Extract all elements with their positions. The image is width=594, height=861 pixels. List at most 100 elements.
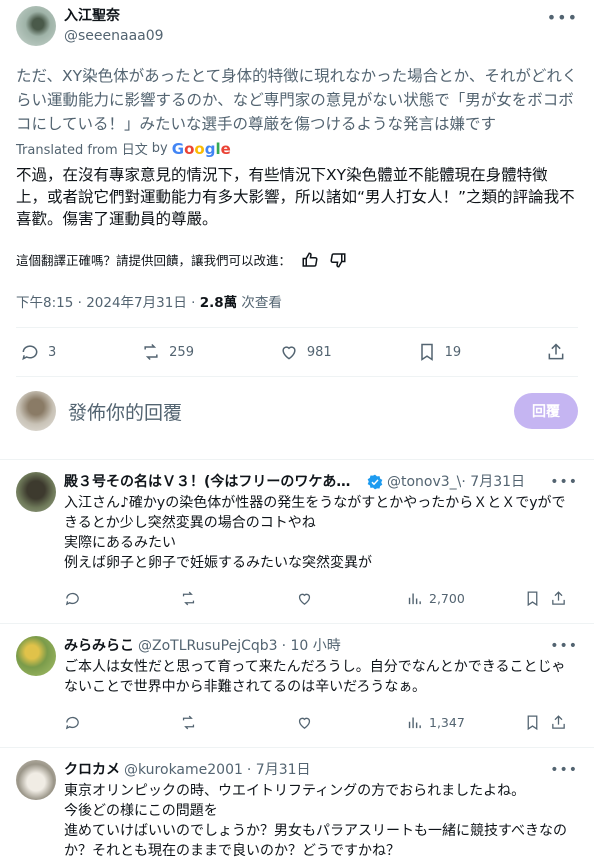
bookmark-action[interactable]: 19 <box>417 342 462 362</box>
reply-repost-action[interactable] <box>180 590 296 607</box>
post-meta: 下午8:15 · 2024年7月31日 · 2.8萬 次查看 <box>16 295 282 311</box>
verified-badge-icon <box>367 474 383 490</box>
reply-date[interactable]: · 10 小時 <box>282 636 341 656</box>
reply-handle[interactable]: @tonov3_\ <box>387 472 461 492</box>
reply-text: 東京オリンピックの時、ウエイトリフティングの方でおられましたよね。 今後どの様に… <box>64 781 578 861</box>
view-count: 2.8萬 <box>199 295 238 311</box>
repost-icon <box>182 591 195 605</box>
reply-bookmark-action[interactable] <box>524 590 550 607</box>
google-letter: g <box>204 139 216 158</box>
thumbs-down-icon[interactable] <box>329 251 347 269</box>
reply-handle[interactable]: @ZoTLRusuPejCqb3 <box>138 636 278 656</box>
share-icon <box>552 714 565 729</box>
bookmark-icon <box>527 590 538 606</box>
reply-item[interactable]: みらみらこ @ZoTLRusuPejCqb3 · 10 小時 ••• ご本人は女… <box>0 624 594 739</box>
reply-views-action[interactable]: 2,700 <box>406 590 524 607</box>
bookmark-icon <box>420 343 433 361</box>
reply-header: 殿３号その名はＶ３！(今はフリーのワケありニィ @tonov3_\ · 7月31… <box>64 472 578 492</box>
reply-handle[interactable]: @kurokame2001 <box>124 760 243 780</box>
feedback-prompt: 這個翻譯正確嗎？請提供回饋，讓我們可以改進： <box>16 253 292 268</box>
reply-count: 3 <box>48 344 57 360</box>
reply-text-line: 東京オリンピックの時、ウエイトリフティングの方でおられましたよね。 <box>64 783 526 799</box>
reply-comment-action[interactable] <box>64 714 180 731</box>
heart-icon <box>298 717 311 729</box>
like-action[interactable]: 981 <box>279 342 332 362</box>
like-count: 981 <box>306 344 332 360</box>
reply-avatar[interactable] <box>16 472 56 512</box>
reply-action[interactable]: 3 <box>20 342 56 362</box>
reply-display-name[interactable]: 殿３号その名はＶ３！(今はフリーのワケありニィ <box>64 472 364 492</box>
heart-icon <box>282 346 296 360</box>
google-letter: o <box>194 139 205 158</box>
reply-text-line: 進めていけばいいのでしょうか？男女もパラアスリートも一緒に競技すべきなのか？それ… <box>64 823 568 859</box>
reply-item[interactable]: 殿３号その名はＶ３！(今はフリーのワケありニィ @tonov3_\ · 7月31… <box>0 460 594 615</box>
reply-bookmark-action[interactable] <box>524 714 550 731</box>
share-icon <box>548 343 564 360</box>
reply-compose: 發佈你的回覆 回覆 <box>0 377 594 445</box>
thumbs-up-icon[interactable] <box>301 251 319 269</box>
reply-body: 殿３号その名はＶ３！(今はフリーのワケありニィ @tonov3_\ · 7月31… <box>64 472 578 615</box>
reply-like-action[interactable] <box>296 590 406 607</box>
reply-header: クロカメ @kurokame2001 · 7月31日 ••• <box>64 760 578 780</box>
author-row: 入江聖奈 @seeenaaa09 ••• <box>16 6 578 46</box>
reply-date[interactable]: · 7月31日 <box>247 760 311 780</box>
reply-text-line: 入江さん♪確かyの染色体が性器の発生をうながすとかやったからＸとＸでyができると… <box>64 495 566 531</box>
translation-feedback: 這個翻譯正確嗎？請提供回饋，讓我們可以改進： <box>16 250 578 269</box>
reply-button[interactable]: 回覆 <box>514 393 578 429</box>
reply-text-line: 実際にあるみたい <box>64 535 176 551</box>
share-action[interactable] <box>546 342 574 362</box>
author-handle[interactable]: @seeenaaa09 <box>64 26 547 46</box>
reply-list: 殿３号その名はＶ３！(今はフリーのワケありニィ @tonov3_\ · 7月31… <box>0 460 594 861</box>
repost-icon <box>144 343 158 361</box>
reply-views-action[interactable]: 1,347 <box>406 714 524 731</box>
more-horizontal-icon[interactable]: ••• <box>550 760 578 780</box>
reply-view-count: 2,700 <box>429 590 465 606</box>
translated-by-label: by <box>151 141 168 156</box>
reply-share-action[interactable] <box>550 590 567 607</box>
reply-avatar[interactable] <box>16 636 56 676</box>
reply-icon <box>22 345 38 361</box>
reply-text-line: ご本人は女性だと思って育って来たんだろうし。自分でなんとかできることじゃないこと… <box>64 659 566 695</box>
reply-avatar[interactable] <box>16 760 56 800</box>
post-text: ただ、XY染色体があったとて身体的特徴に現れなかった場合とか、それがどれくらい運… <box>16 67 578 133</box>
reply-like-action[interactable] <box>296 714 406 731</box>
repost-count: 259 <box>169 344 194 360</box>
reply-body: みらみらこ @ZoTLRusuPejCqb3 · 10 小時 ••• ご本人は女… <box>64 636 578 739</box>
reply-icon <box>65 592 79 605</box>
heart-icon <box>298 593 311 605</box>
author-display-name[interactable]: 入江聖奈 <box>64 6 547 26</box>
share-icon <box>552 590 565 605</box>
more-horizontal-icon[interactable]: ••• <box>550 472 578 492</box>
reply-date[interactable]: · 7月31日 <box>461 472 525 492</box>
reply-text: 入江さん♪確かyの染色体が性器の発生をうながすとかやったからＸとＸでyができると… <box>64 493 578 573</box>
reply-input[interactable]: 發佈你的回覆 <box>68 398 514 425</box>
bookmark-count: 19 <box>444 344 462 360</box>
reply-text-line: 例えば卵子と卵子で妊娠するみたいな突然変異が <box>64 555 372 571</box>
reply-display-name[interactable]: クロカメ <box>64 760 120 780</box>
translation-source: Translated from 日文 by Google <box>16 139 578 159</box>
main-post: 入江聖奈 @seeenaaa09 ••• ただ、XY染色体があったとて身体的特徴… <box>0 0 594 377</box>
reply-item[interactable]: クロカメ @kurokame2001 · 7月31日 ••• 東京オリンピックの… <box>0 748 594 861</box>
reply-display-name[interactable]: みらみらこ <box>64 636 134 656</box>
repost-icon <box>182 715 195 729</box>
reply-icon <box>65 716 79 729</box>
reply-text-line: 今後どの様にこの問題を <box>64 803 218 819</box>
translated-from-label[interactable]: Translated from 日文 <box>16 139 148 158</box>
more-horizontal-icon[interactable]: ••• <box>547 6 578 27</box>
repost-action[interactable]: 259 <box>141 342 194 362</box>
google-letter: e <box>220 139 231 158</box>
reply-repost-action[interactable] <box>180 714 296 731</box>
post-date[interactable]: 2024年7月31日 <box>86 295 187 311</box>
reply-share-action[interactable] <box>550 714 567 731</box>
post-actions: 3 259 981 19 <box>16 328 578 376</box>
views-label: 次查看 <box>241 295 282 311</box>
more-horizontal-icon[interactable]: ••• <box>550 636 578 656</box>
reply-actions: 1,347 <box>64 705 578 739</box>
bookmark-icon <box>527 714 538 730</box>
google-letter: G <box>171 139 185 158</box>
author-avatar[interactable] <box>16 6 56 46</box>
author-names: 入江聖奈 @seeenaaa09 <box>64 6 547 46</box>
reply-text: ご本人は女性だと思って育って来たんだろうし。自分でなんとかできることじゃないこと… <box>64 657 578 697</box>
post-time[interactable]: 下午8:15 <box>16 295 73 311</box>
reply-comment-action[interactable] <box>64 590 180 607</box>
